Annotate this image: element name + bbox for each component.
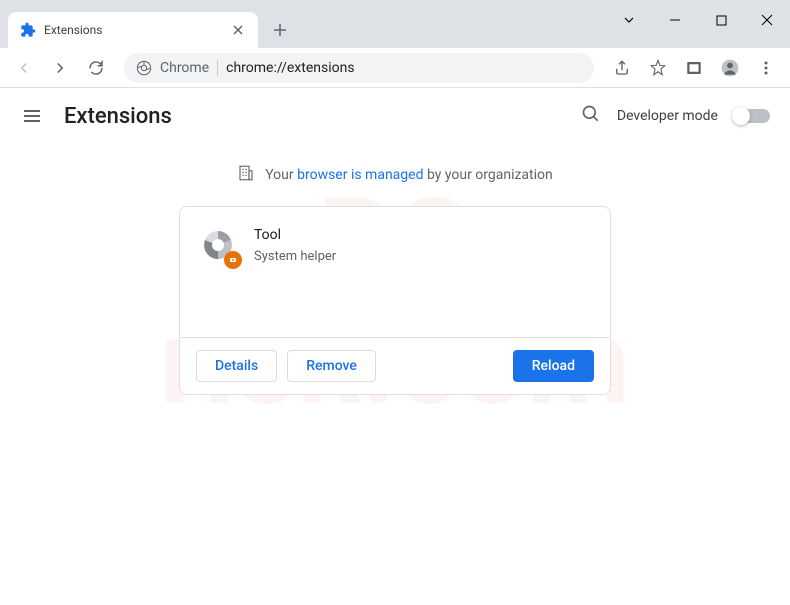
address-bar[interactable]: Chrome chrome://extensions (124, 53, 594, 83)
developer-mode-toggle[interactable] (734, 109, 770, 123)
forward-button[interactable] (44, 52, 76, 84)
profile-icon[interactable] (714, 52, 746, 84)
reading-list-icon[interactable] (678, 52, 710, 84)
developer-mode-label: Developer mode (617, 108, 718, 124)
browser-tab[interactable]: Extensions (8, 12, 258, 48)
tab-search-icon[interactable] (606, 14, 652, 26)
reload-button[interactable] (80, 52, 112, 84)
minimize-button[interactable] (652, 4, 698, 36)
omnibox-divider (217, 60, 218, 76)
share-icon[interactable] (606, 52, 638, 84)
extension-card: Tool System helper Details Remove Reload (179, 206, 611, 395)
extension-icon (200, 227, 236, 263)
reload-extension-button[interactable]: Reload (513, 350, 594, 382)
managed-banner: Your browser is managed by your organiza… (237, 164, 553, 186)
window-controls (606, 0, 790, 40)
window-titlebar: Extensions (0, 0, 790, 48)
main-menu-button[interactable] (20, 104, 44, 128)
extension-description: System helper (254, 249, 590, 264)
back-button[interactable] (8, 52, 40, 84)
search-icon[interactable] (581, 104, 601, 128)
remove-button[interactable]: Remove (287, 350, 376, 382)
page-header: Extensions Developer mode (0, 88, 790, 144)
extension-puzzle-icon (20, 22, 36, 38)
maximize-button[interactable] (698, 4, 744, 36)
chrome-logo-icon (136, 60, 152, 76)
details-button[interactable]: Details (196, 350, 277, 382)
error-badge-icon (224, 251, 242, 269)
managed-link[interactable]: browser is managed (297, 167, 423, 183)
omnibox-origin-label: Chrome (160, 60, 209, 76)
browser-toolbar: Chrome chrome://extensions (0, 48, 790, 88)
close-window-button[interactable] (744, 4, 790, 36)
bookmark-icon[interactable] (642, 52, 674, 84)
close-tab-icon[interactable] (230, 22, 246, 38)
page-content: Your browser is managed by your organiza… (0, 144, 790, 415)
new-tab-button[interactable] (266, 16, 294, 44)
omnibox-url: chrome://extensions (226, 60, 582, 76)
building-icon (237, 164, 255, 186)
extension-name: Tool (254, 227, 590, 243)
managed-text: Your browser is managed by your organiza… (265, 167, 553, 183)
tab-title: Extensions (44, 23, 222, 37)
menu-icon[interactable] (750, 52, 782, 84)
page-title: Extensions (64, 104, 561, 129)
